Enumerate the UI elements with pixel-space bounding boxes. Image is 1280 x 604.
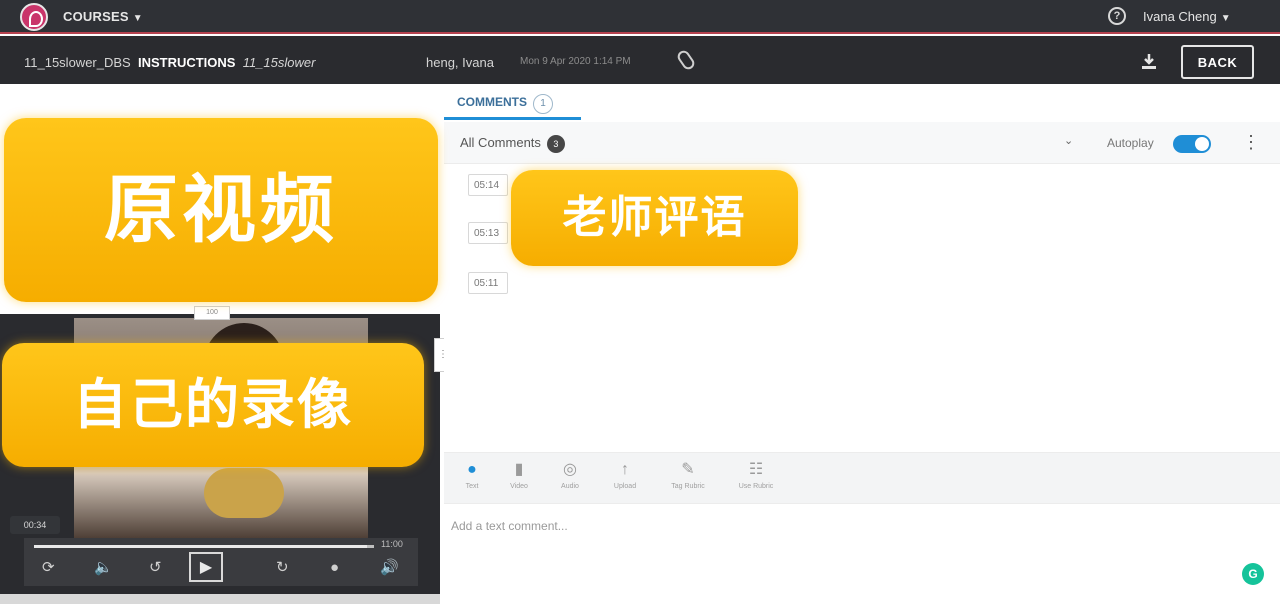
- tool-video[interactable]: ▮ Video: [493, 459, 545, 490]
- loop-icon[interactable]: ⟳: [42, 558, 55, 578]
- chevron-down-icon: ▼: [132, 13, 143, 24]
- volume-icon[interactable]: 🔈: [94, 558, 113, 578]
- paperclip-icon[interactable]: [675, 48, 697, 72]
- student-name: heng, Ivana: [426, 55, 494, 70]
- autoplay-toggle[interactable]: [1173, 135, 1211, 153]
- tool-audio[interactable]: ◎ Audio: [544, 459, 596, 490]
- forward-icon[interactable]: ↻: [276, 558, 289, 578]
- more-options-icon[interactable]: ⋮: [1242, 130, 1260, 154]
- tab-comments-count: 1: [533, 94, 553, 114]
- video-camera-icon: ▮: [514, 461, 524, 478]
- comment-timestamp[interactable]: 05:11: [468, 272, 508, 294]
- speaker-icon[interactable]: 🔊: [380, 558, 399, 578]
- breadcrumb-item: 11_15slower: [242, 55, 316, 70]
- app-logo-icon[interactable]: [20, 3, 48, 31]
- courses-label: COURSES: [63, 9, 129, 24]
- comment-type-toolbar: ● Text ▮ Video ◎ Audio ↑ Upload ✎ Tag Rubric …: [444, 452, 1280, 504]
- person-scarf: [204, 468, 284, 518]
- back-button[interactable]: BACK: [1181, 45, 1254, 79]
- speech-bubble-icon: ●: [467, 461, 477, 478]
- toggle-knob: [1195, 137, 1209, 151]
- autoplay-label: Autoplay: [1107, 136, 1154, 150]
- rewind-icon[interactable]: ↺: [149, 558, 162, 578]
- comment-filter-bar: All Comments 3 ⌄ Autoplay ⋮: [444, 122, 1280, 164]
- tab-comments-label: COMMENTS: [457, 95, 527, 109]
- duration: 11:00: [381, 539, 403, 549]
- comment-composer: ● Text ▮ Video ◎ Audio ↑ Upload ✎ Tag Rubric …: [444, 452, 1280, 604]
- overlay-own-recording: 自己的录像: [2, 343, 424, 467]
- breadcrumb: 11_15slower_DBS INSTRUCTIONS 11_15slower: [24, 55, 315, 70]
- play-button[interactable]: ▶: [189, 552, 223, 582]
- all-comments-filter[interactable]: All Comments 3: [460, 135, 565, 153]
- submission-date: Mon 9 Apr 2020 1:14 PM: [520, 56, 631, 67]
- comment-timestamp[interactable]: 05:13: [468, 222, 508, 244]
- tool-use-rubric[interactable]: ☷ Use Rubric: [730, 459, 782, 490]
- upload-icon: ↑: [621, 461, 629, 478]
- overlay-teacher-comments: 老师评语: [511, 170, 798, 266]
- tool-upload[interactable]: ↑ Upload: [599, 459, 651, 490]
- tool-tag-rubric[interactable]: ✎ Tag Rubric: [662, 459, 714, 490]
- chevron-down-icon[interactable]: ⌄: [1064, 134, 1073, 147]
- assignment-header: 11_15slower_DBS INSTRUCTIONS 11_15slower…: [0, 36, 1280, 84]
- player-controls: 11:00 ⟳ 🔈 ↺ ▶ ↻ ● 🔊: [24, 538, 418, 586]
- edit-icon: ✎: [681, 461, 695, 478]
- breadcrumb-assignment[interactable]: 11_15slower_DBS: [24, 55, 131, 70]
- resize-handle-tab[interactable]: 100: [194, 306, 230, 320]
- breadcrumb-section[interactable]: INSTRUCTIONS: [138, 55, 236, 70]
- help-circle-icon[interactable]: ?: [1108, 7, 1126, 25]
- microphone-icon: ◎: [563, 461, 577, 478]
- tool-text[interactable]: ● Text: [446, 459, 498, 490]
- current-time-chip: 00:34: [10, 516, 60, 534]
- all-comments-count: 3: [546, 135, 565, 153]
- user-menu[interactable]: Ivana Cheng ▼: [1143, 9, 1231, 24]
- progress-fill: [34, 545, 368, 548]
- chevron-down-icon: ▼: [1220, 13, 1231, 24]
- tab-comments[interactable]: COMMENTS 1: [444, 84, 581, 120]
- comment-bubble-icon[interactable]: ●: [330, 558, 339, 578]
- courses-menu[interactable]: COURSES ▼: [63, 9, 143, 24]
- top-bar: COURSES ▼ ? Ivana Cheng ▼: [0, 0, 1280, 34]
- grammarly-icon[interactable]: G: [1242, 563, 1264, 585]
- panel-footer: [0, 594, 440, 604]
- progress-bar[interactable]: [34, 545, 374, 548]
- comment-timestamp[interactable]: 05:14: [468, 174, 508, 196]
- comments-panel: COMMENTS 1 All Comments 3 ⌄ Autoplay ⋮ 05:…: [444, 84, 1280, 604]
- download-icon[interactable]: [1140, 52, 1158, 72]
- user-name: Ivana Cheng: [1143, 9, 1217, 24]
- overlay-original-video: 原视频: [4, 118, 438, 302]
- rubric-icon: ☷: [748, 461, 764, 478]
- all-comments-label: All Comments: [460, 135, 541, 150]
- comment-text-input[interactable]: [451, 516, 1231, 536]
